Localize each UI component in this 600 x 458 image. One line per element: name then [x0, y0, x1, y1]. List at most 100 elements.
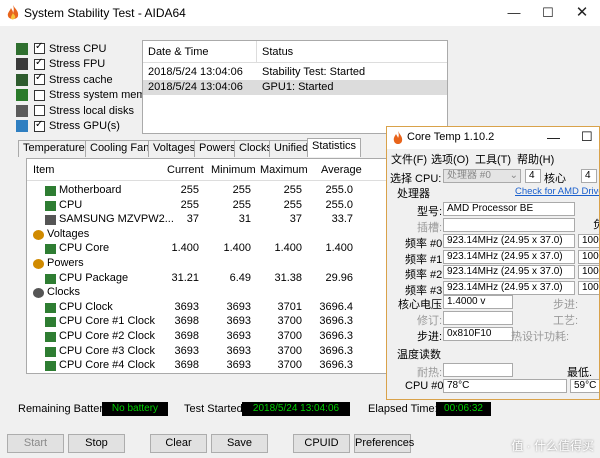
coretemp-menu-item[interactable]: 帮助(H): [517, 151, 554, 167]
amd-driver-link[interactable]: Check for AMD Driver U: [515, 186, 599, 197]
statistics-current-value: 3698: [174, 315, 199, 328]
statistics-maximum-value: 3700: [277, 315, 302, 328]
col-maximum: Maximum: [260, 164, 308, 176]
coretemp-menu-item[interactable]: 文件(F): [391, 151, 427, 167]
statistics-minimum-value: 31: [238, 213, 251, 226]
memory-module-icon: [16, 89, 28, 101]
statistics-header: Item Current Minimum Maximum Average: [27, 159, 387, 181]
cpu0-min-temperature: 59°C: [570, 379, 599, 393]
select-cpu-label: 选择 CPU:: [390, 173, 442, 185]
platform-label: 插槽:: [417, 222, 443, 234]
statistics-group-row[interactable]: Clocks: [27, 286, 387, 301]
stress-option[interactable]: Stress GPU(s): [16, 119, 120, 134]
vid-value: 1.4000 v: [443, 295, 513, 309]
maximize-button[interactable]: ☐: [538, 3, 558, 23]
core-load-value: 100%: [578, 249, 599, 264]
statistics-current-value: 255: [180, 198, 199, 211]
start-button[interactable]: Start: [7, 434, 64, 453]
statistics-row[interactable]: CPU Clock 3693 3693 3701 3696.4: [27, 301, 387, 316]
core-load-value: 100%: [578, 280, 599, 295]
coretemp-menu-item[interactable]: 工具(T): [475, 151, 511, 167]
stop-button[interactable]: Stop: [68, 434, 125, 453]
voltage-icon: [33, 229, 44, 240]
log-row[interactable]: 2018/5/24 13:04:06 Stability Test: Start…: [143, 65, 447, 80]
frequency-label: 频率 #0:: [405, 238, 446, 250]
processor-section-title: 处理器: [397, 188, 430, 200]
log-row-time: 2018/5/24 13:04:06: [148, 66, 243, 78]
statistics-current-value: 1.400: [171, 242, 199, 255]
save-button[interactable]: Save: [211, 434, 268, 453]
statistics-item-name: CPU Clock: [59, 300, 113, 313]
log-row[interactable]: 2018/5/24 13:04:06 GPU1: Started: [143, 80, 447, 95]
select-cpu-dropdown[interactable]: 处理器 #0 ⌄: [443, 169, 521, 183]
statistics-row[interactable]: CPU Core #4 Clock 3698 3693 3700 3696.3: [27, 359, 387, 373]
load-header: 负: [593, 216, 599, 232]
cpuid-label: 步进:: [417, 331, 443, 343]
statistics-row[interactable]: CPU 255 255 255 255.0: [27, 199, 387, 214]
statistics-item-name: CPU Core #4 Clock: [59, 359, 155, 372]
statistics-average-value: 255.0: [325, 198, 353, 211]
coretemp-window[interactable]: Core Temp 1.10.2 — ☐ 文件(F) 选项(O) 工具(T) 帮助(H…: [386, 126, 600, 400]
clear-button[interactable]: Clear: [150, 434, 207, 453]
stress-option[interactable]: Stress local disks: [16, 103, 134, 118]
statistics-item-name: CPU Package: [59, 271, 129, 284]
statistics-group-row[interactable]: Powers: [27, 257, 387, 272]
statistics-current-value: 255: [180, 184, 199, 196]
statistics-row[interactable]: SAMSUNG MZVPW2... 37 31 37 33.7: [27, 213, 387, 228]
statistics-minimum-value: 3693: [226, 344, 251, 357]
min-label: 最低.: [567, 367, 593, 379]
statistics-maximum-value: 3700: [277, 344, 302, 357]
coretemp-minimize-button[interactable]: —: [547, 130, 560, 145]
tab-voltages[interactable]: Voltages: [148, 140, 201, 157]
statistics-average-value: 3696.3: [319, 359, 353, 372]
col-current: Current: [167, 164, 204, 176]
stress-option[interactable]: Stress system memory: [16, 88, 161, 103]
statistics-row[interactable]: CPU Core #2 Clock 3698 3693 3700 3696.3: [27, 330, 387, 345]
fpu-chip-icon: [16, 58, 28, 70]
statistics-row[interactable]: CPU Core #3 Clock 3693 3693 3700 3696.3: [27, 345, 387, 360]
cores-label: 核心: [544, 173, 566, 185]
test-started-label: Test Started:: [184, 403, 246, 415]
preferences-button[interactable]: Preferences: [354, 434, 414, 453]
battery-label: Remaining Battery:: [18, 403, 112, 415]
stress-checkbox[interactable]: [34, 119, 45, 132]
stress-option[interactable]: Stress CPU: [16, 41, 106, 56]
coretemp-title: Core Temp 1.10.2: [407, 131, 495, 143]
statistics-table: Item Current Minimum Maximum Average Mot…: [26, 158, 388, 374]
statistics-group-row[interactable]: Voltages: [27, 228, 387, 243]
statistics-current-value: 31.21: [171, 271, 199, 284]
statistics-row[interactable]: Motherboard 255 255 255 255.0: [27, 184, 387, 199]
statistics-minimum-value: 6.49: [229, 271, 251, 284]
statistics-minimum-value: 3693: [226, 300, 251, 313]
minimize-button[interactable]: —: [504, 3, 524, 23]
coretemp-maximize-button[interactable]: ☐: [581, 129, 593, 145]
cache-chip-icon: [16, 73, 28, 86]
frequency-label: 频率 #1:: [405, 253, 446, 266]
statistics-maximum-value: 31.38: [274, 271, 302, 284]
stress-checkbox[interactable]: [34, 89, 45, 101]
close-button[interactable]: ✕: [572, 3, 592, 23]
core-load-value: 100%: [578, 265, 599, 279]
stress-checkbox[interactable]: [34, 57, 45, 70]
cpuid-button[interactable]: CPUID: [293, 434, 350, 453]
stress-checkbox[interactable]: [34, 41, 45, 54]
statistics-average-value: 3696.3: [319, 344, 353, 357]
statistics-row[interactable]: CPU Package 31.21 6.49 31.38 29.96: [27, 272, 387, 287]
statistics-maximum-value: 255: [283, 198, 302, 211]
vid-label: 核心电压:: [398, 299, 446, 311]
stress-option[interactable]: Stress FPU: [16, 57, 105, 72]
stress-checkbox[interactable]: [34, 72, 45, 85]
statistics-item-name: SAMSUNG MZVPW2...: [59, 213, 174, 226]
aida-title-bar[interactable]: System Stability Test - AIDA64 — ☐ ✕: [0, 0, 600, 26]
col-item: Item: [33, 164, 55, 176]
tab-temperatures[interactable]: Temperatures: [18, 140, 96, 157]
stress-checkbox[interactable]: [34, 105, 45, 116]
tab-statistics[interactable]: Statistics: [307, 138, 362, 157]
log-header-status: Status: [262, 46, 294, 58]
statistics-average-value: 255.0: [325, 184, 353, 196]
stress-option[interactable]: Stress cache: [16, 72, 113, 87]
coretemp-title-bar[interactable]: Core Temp 1.10.2 — ☐: [387, 127, 599, 149]
statistics-row[interactable]: CPU Core 1.400 1.400 1.400 1.400: [27, 242, 387, 257]
coretemp-menu-item[interactable]: 选项(O): [431, 151, 469, 167]
statistics-row[interactable]: CPU Core #1 Clock 3698 3693 3700 3696.3: [27, 315, 387, 330]
